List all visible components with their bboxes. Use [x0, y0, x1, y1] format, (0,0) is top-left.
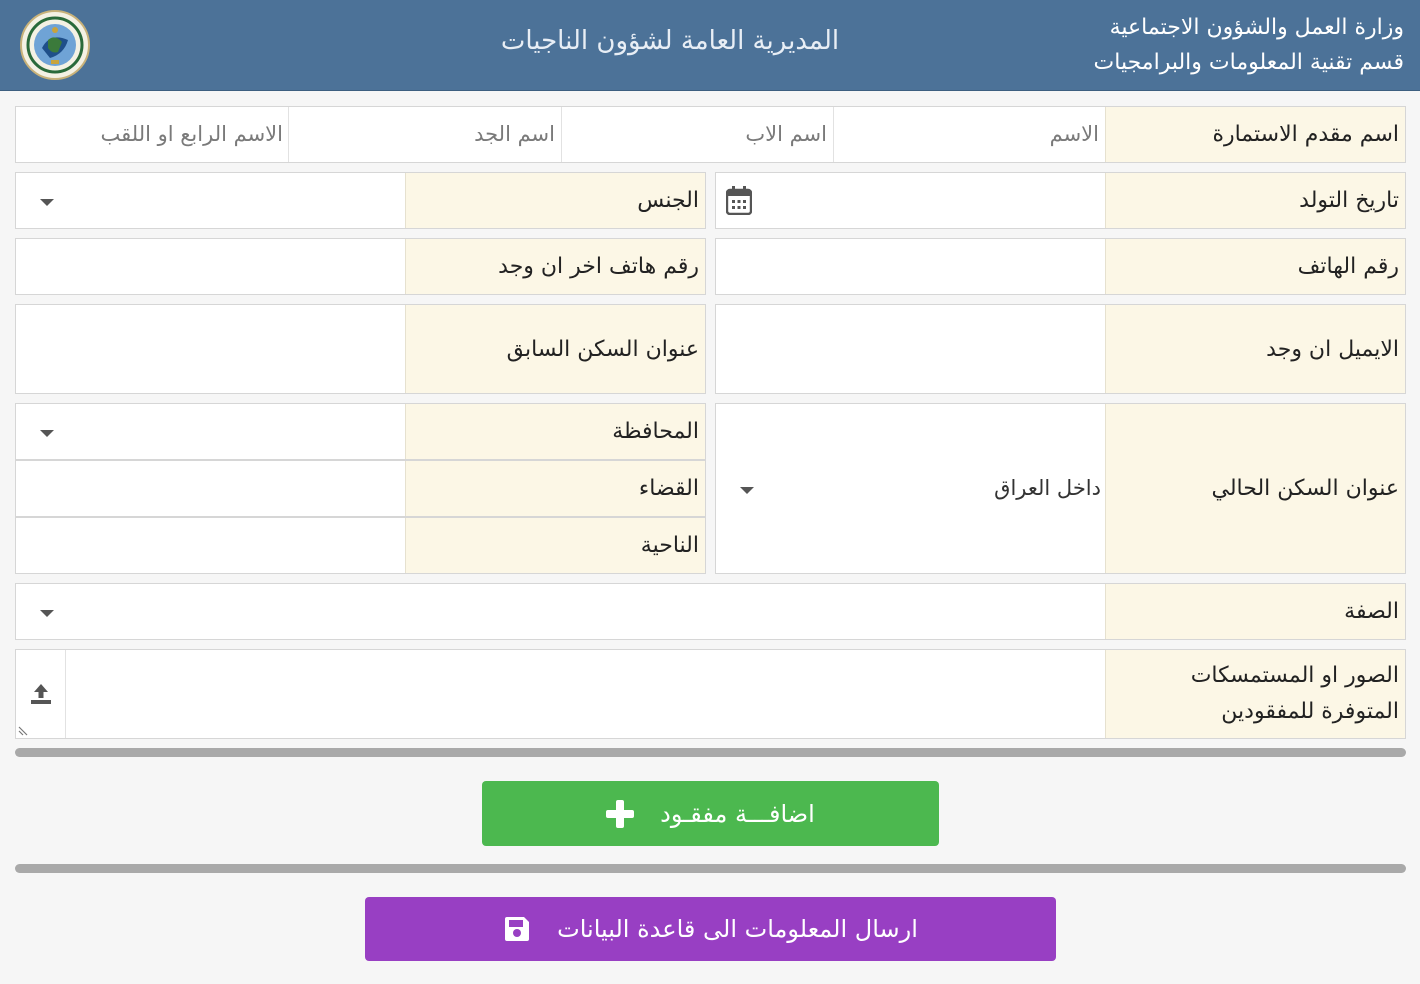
current-address-select[interactable]: داخل العراق: [716, 404, 1105, 573]
email-label: الايميل ان وجد: [1105, 305, 1405, 393]
upload-icon[interactable]: [29, 682, 53, 706]
submit-to-database-button[interactable]: ارسال المعلومات الى قاعدة البيانات: [365, 897, 1056, 961]
subdistrict-label: الناحية: [405, 518, 705, 573]
other-phone-label: رقم هاتف اخر ان وجد: [405, 239, 705, 294]
birth-date-label: تاريخ التولد: [1105, 173, 1405, 228]
ministry-name-line1: وزارة العمل والشؤون الاجتماعية: [1109, 15, 1404, 40]
previous-address-field: عنوان السكن السابق: [15, 304, 706, 394]
attachments-label-line2: المتوفرة للمفقودين: [1221, 699, 1399, 724]
applicant-name-row: اسم مقدم الاستمارة الاسم اسم الاب اسم ال…: [15, 106, 1406, 163]
relation-field: الصفة: [15, 583, 1406, 640]
ministry-seal-logo: [20, 10, 90, 80]
section-divider: [15, 864, 1406, 873]
phone-input[interactable]: [716, 239, 1105, 294]
governorate-field: المحافظة: [15, 403, 706, 460]
attachments-textarea[interactable]: [66, 650, 1105, 738]
current-address-label: عنوان السكن الحالي: [1105, 404, 1405, 573]
phone-label: رقم الهاتف: [1105, 239, 1405, 294]
current-address-value: داخل العراق: [994, 476, 1101, 500]
birth-date-field: تاريخ التولد: [715, 172, 1406, 229]
previous-address-input[interactable]: [16, 305, 405, 393]
submit-button-label: ارسال المعلومات الى قاعدة البيانات: [557, 915, 918, 943]
page-title: المديرية العامة لشؤون الناجيات: [500, 26, 840, 56]
other-phone-field: رقم هاتف اخر ان وجد: [15, 238, 706, 295]
ministry-name: وزارة العمل والشؤون الاجتماعية قسم تقنية…: [1094, 10, 1404, 80]
phone-field: رقم الهاتف: [715, 238, 1406, 295]
section-divider: [15, 748, 1406, 757]
attachments-field: الصور او المستمسكات المتوفرة للمفقودين: [15, 649, 1406, 739]
grandfather-name-input[interactable]: اسم الجد: [289, 107, 561, 162]
chevron-down-icon: [40, 430, 54, 437]
district-input[interactable]: [16, 461, 405, 516]
district-label: القضاء: [405, 461, 705, 516]
birth-date-input[interactable]: [716, 173, 1105, 228]
add-missing-button[interactable]: اضافـــة مفقـود: [482, 781, 939, 846]
gender-select[interactable]: [16, 173, 405, 228]
previous-address-label: عنوان السكن السابق: [405, 305, 705, 393]
email-input[interactable]: [716, 305, 1105, 393]
chevron-down-icon: [40, 199, 54, 206]
resize-handle-icon[interactable]: [18, 724, 30, 736]
governorate-select[interactable]: [16, 404, 405, 459]
current-address-field: عنوان السكن الحالي داخل العراق: [715, 403, 1406, 574]
add-missing-button-label: اضافـــة مفقـود: [660, 799, 815, 828]
father-name-input[interactable]: اسم الاب: [561, 107, 833, 162]
relation-select[interactable]: [16, 584, 1105, 639]
relation-label: الصفة: [1105, 584, 1405, 639]
calendar-icon[interactable]: [726, 186, 752, 215]
email-field: الايميل ان وجد: [715, 304, 1406, 394]
district-field: القضاء: [15, 460, 706, 517]
attachments-label: الصور او المستمسكات المتوفرة للمفقودين: [1105, 650, 1405, 738]
gender-field: الجنس: [15, 172, 706, 229]
upload-button[interactable]: [16, 650, 66, 738]
subdistrict-input[interactable]: [16, 518, 405, 573]
governorate-label: المحافظة: [405, 404, 705, 459]
gender-label: الجنس: [405, 173, 705, 228]
page-header: وزارة العمل والشؤون الاجتماعية قسم تقنية…: [0, 0, 1420, 91]
attachments-label-line1: الصور او المستمسكات: [1190, 663, 1399, 688]
chevron-down-icon: [40, 610, 54, 617]
subdistrict-field: الناحية: [15, 517, 706, 574]
plus-icon: [606, 799, 635, 828]
chevron-down-icon: [740, 487, 754, 494]
other-phone-input[interactable]: [16, 239, 405, 294]
ministry-department-line2: قسم تقنية المعلومات والبرامجيات: [1093, 50, 1404, 75]
save-icon: [505, 917, 530, 941]
fourth-name-input[interactable]: الاسم الرابع او اللقب: [16, 107, 289, 162]
first-name-input[interactable]: الاسم: [833, 107, 1105, 162]
applicant-name-label: اسم مقدم الاستمارة: [1105, 107, 1405, 162]
